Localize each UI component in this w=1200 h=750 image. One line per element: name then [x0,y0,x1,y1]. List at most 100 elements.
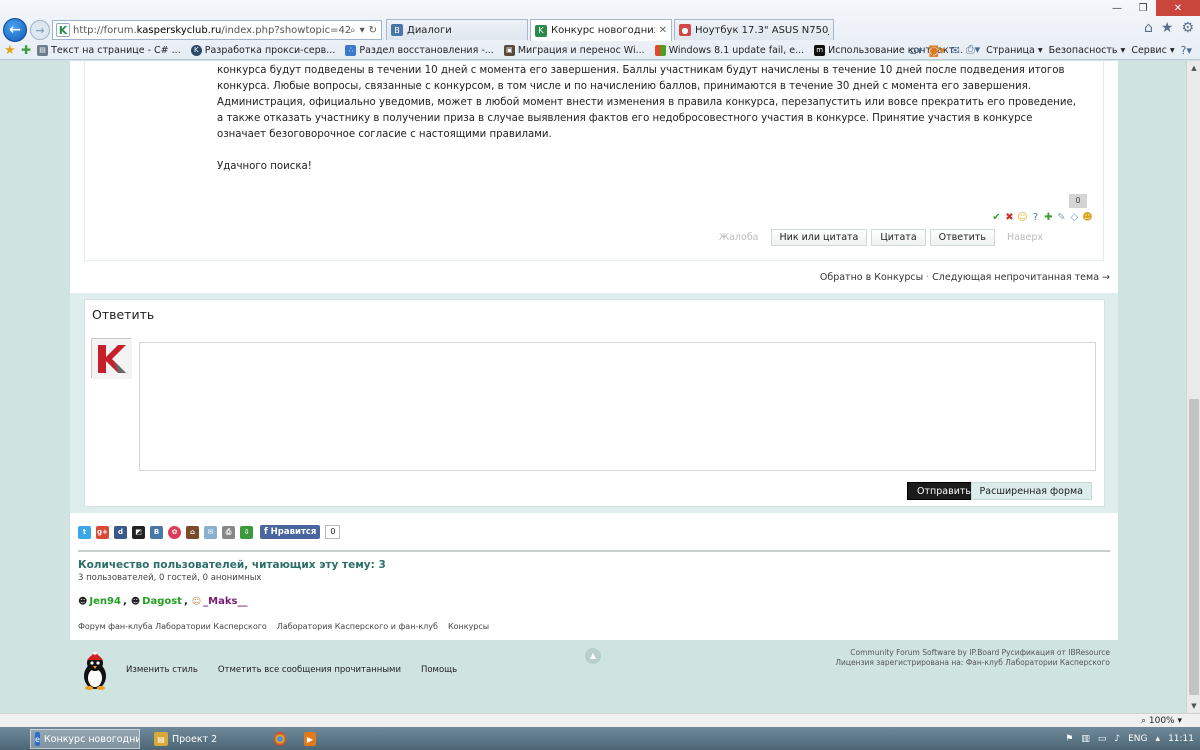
flower-icon[interactable]: ✿ [168,525,181,539]
window-controls: — ❐ ✕ [1104,0,1200,16]
tab-contest[interactable]: K Конкурс новогодних искат... ✕ [530,19,672,41]
favorite-item[interactable]: ▣ Миграция и перенос Wi... [503,44,645,56]
tray-battery-icon[interactable]: ▭ [1098,734,1107,744]
reader-item[interactable]: ☺ _Maks__ [192,596,248,607]
vk-icon[interactable]: B [150,525,163,539]
favorite-item[interactable]: Windows 8.1 update fail, e... [654,44,804,56]
tab-laptop[interactable]: ● Ноутбук 17.3" ASUS N750JV, In... [674,19,834,40]
digg-icon[interactable]: d [114,525,127,539]
next-unread-link[interactable]: Следующая непрочитанная тема → [932,272,1110,283]
tab-label: Диалоги [407,24,452,36]
reputation-count: 0 [1069,194,1087,208]
reply-button[interactable]: Ответить [929,229,995,246]
back-to-top-link[interactable]: Наверх [999,232,1051,243]
mail-icon[interactable]: ✉ [951,44,960,57]
close-tab-icon[interactable]: ✕ [659,25,667,36]
nick-quote-button[interactable]: Ник или цитата [770,229,868,246]
clock[interactable]: 11:11 [1168,734,1194,744]
taskbar-item-browser[interactable]: e Конкурс новогодни... [30,729,140,749]
favorite-item[interactable]: ▤ Текст на странице - C# ... [37,44,181,56]
add-favorite-icon[interactable]: ✚ [21,43,31,57]
mark-all-read-link[interactable]: Отметить все сообщения прочитанными [218,665,401,675]
folder-icon: ▤ [154,732,168,746]
favorites-star-icon[interactable]: ★ [1161,20,1174,36]
back-to-forum-link[interactable]: Обратно в Конкурсы [820,272,923,283]
breadcrumb-item[interactable]: Лаборатория Касперского и фан-клуб [277,622,438,631]
browser-top-icons: ⌂ ★ ⚙ [1144,20,1194,36]
google-plus-icon[interactable]: g+ [96,525,109,539]
vertical-scrollbar[interactable]: ▲ ▼ [1186,61,1200,713]
m-icon: m [814,44,826,56]
rss-icon[interactable]: ◙▾ [928,44,944,57]
advanced-form-button[interactable]: Расширенная форма [970,482,1092,500]
download-icon[interactable]: ⇩ [240,525,253,539]
smile-icon[interactable]: ☺ [1017,212,1028,223]
twitter-icon[interactable]: t [78,525,91,539]
favorite-item[interactable]: K Разработка прокси-серв... [190,44,335,56]
cross-icon[interactable]: ✖ [1004,212,1015,223]
quote-button[interactable]: Цитата [871,229,926,246]
scroll-thumb[interactable] [1189,399,1199,695]
change-style-link[interactable]: Изменить стиль [126,665,198,675]
zoom-icon: ⌕ [1140,716,1146,726]
chat-icon[interactable]: ✎ [1056,212,1067,223]
reply-editor[interactable] [139,342,1096,471]
chevron-down-icon[interactable]: ▾ [360,25,365,36]
scroll-up-icon[interactable]: ▲ [1187,61,1200,75]
refresh-icon[interactable]: ↻ [369,25,377,36]
breadcrumb-item[interactable]: Форум фан-клуба Лаборатории Касперского [78,622,267,631]
help-icon[interactable]: ?▾ [1181,44,1192,57]
readers-title: Количество пользователей, читающих эту т… [78,559,386,571]
home-icon[interactable]: ⌂▾ [910,44,923,57]
tray-notify-icon[interactable]: ▴ [1156,734,1161,744]
app-icon: ▣ [503,44,515,56]
report-link[interactable]: Жалоба [711,232,767,243]
penguin-mascot-icon [84,652,106,690]
gear-icon[interactable]: ⚙ [1181,20,1194,36]
close-window-icon[interactable]: ✕ [1156,0,1200,16]
print-icon[interactable]: ⎙▾ [966,43,980,57]
scroll-to-top-icon[interactable]: ▲ [585,648,601,664]
restore-icon[interactable]: ❐ [1130,0,1156,16]
address-bar[interactable]: K http://forum.kasperskyclub.ru/index.ph… [52,20,382,40]
taskbar-item-media[interactable]: ▶ [300,729,324,749]
mail-icon[interactable]: ✉ [204,525,217,539]
diamond-icon[interactable]: ◇ [1069,212,1080,223]
print-icon[interactable]: ⎙ [222,525,235,539]
tray-volume-icon[interactable]: ♪ [1114,734,1120,744]
kaspersky-icon: K [535,24,547,37]
delicious-icon[interactable]: ◩ [132,525,145,539]
language-indicator[interactable]: ENG [1128,734,1147,744]
reader-item[interactable]: ☻ Dagost, [131,596,188,607]
facebook-like-button[interactable]: f Нравится [260,525,321,539]
help-link[interactable]: Помощь [421,665,457,675]
taskbar-item-chrome[interactable] [270,729,294,749]
arrow-right-icon: → [35,23,45,37]
question-icon[interactable]: ? [1030,212,1041,223]
ie-icon: e [35,732,40,746]
chrome-icon [274,732,286,746]
breadcrumb-item[interactable]: Конкурсы [448,622,489,631]
minimize-icon[interactable]: — [1104,0,1130,16]
tray-network-icon[interactable]: ▥ [1081,734,1090,744]
service-menu[interactable]: Сервис ▾ [1131,45,1174,56]
emoji-icon[interactable]: ☻ [1082,212,1093,223]
taskbar-item-project[interactable]: ▤ Проект 2 [150,729,260,749]
address-url[interactable]: http://forum.kasperskyclub.ru/index.php?… [73,25,350,36]
zoom-control[interactable]: ⌕ 100% ▾ [1141,714,1182,728]
tray-flag-icon[interactable]: ⚑ [1065,734,1073,744]
forward-button[interactable]: → [30,20,50,40]
home-icon[interactable]: ⌂ [1144,20,1153,36]
reader-item[interactable]: ☻ Jen94, [78,596,127,607]
house-icon[interactable]: ⌂ [186,525,199,539]
favorites-star-icon[interactable]: ★ [4,43,18,58]
back-button[interactable]: ← [3,18,27,42]
scroll-down-icon[interactable]: ▼ [1187,699,1200,713]
favorite-item[interactable]: ∴ Раздел восстановления -... [345,44,494,56]
page-menu[interactable]: Страница ▾ [986,45,1043,56]
tab-dialogs[interactable]: B Диалоги [386,19,528,40]
safety-menu[interactable]: Безопасность ▾ [1049,45,1126,56]
check-icon[interactable]: ✔ [991,212,1002,223]
search-icon[interactable]: ⌕ [350,25,356,36]
plus-icon[interactable]: ✚ [1043,212,1054,223]
